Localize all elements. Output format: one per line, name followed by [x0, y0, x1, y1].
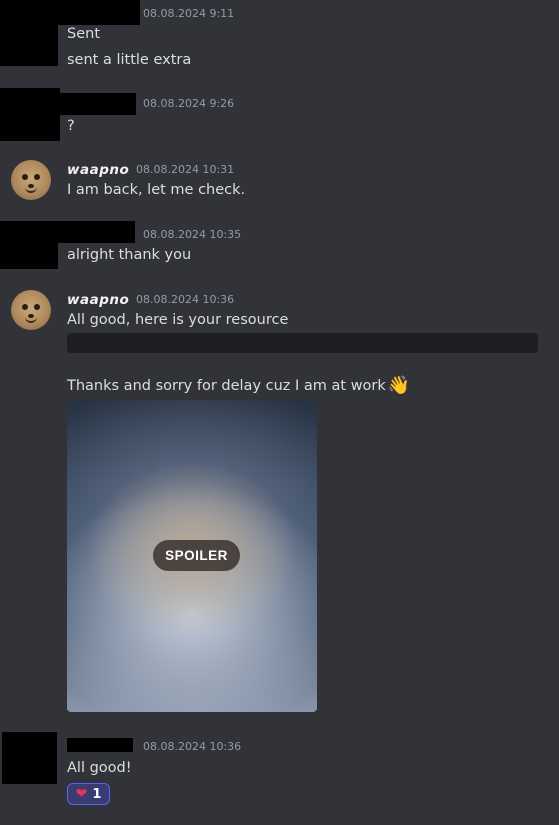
redacted-avatar — [0, 25, 58, 66]
message-text: sent a little extra — [67, 52, 192, 68]
redacted-username — [67, 738, 133, 752]
chat-log: 08.08.2024 9:11 Sent sent a little extra… — [0, 0, 559, 825]
author-name[interactable]: waapno — [67, 292, 129, 308]
message-timestamp: 08.08.2024 10:31 — [136, 163, 235, 176]
redacted-username — [0, 221, 135, 243]
heart-icon: ❤ — [75, 786, 88, 802]
redacted-username — [0, 93, 136, 115]
redacted-avatar — [2, 732, 57, 784]
waving-hand-icon: 👋 — [387, 375, 411, 396]
message-text: Thanks and sorry for delay cuz I am at w… — [67, 376, 410, 396]
reaction-count: 1 — [92, 786, 102, 802]
heart-reaction-button[interactable]: ❤ 1 — [67, 783, 110, 805]
redacted-avatar — [0, 243, 58, 269]
message-text-content: Thanks and sorry for delay cuz I am at w… — [67, 378, 386, 394]
message-text: alright thank you — [67, 247, 192, 263]
meerkat-avatar-icon[interactable] — [11, 160, 51, 200]
redacted-username — [0, 0, 140, 25]
message-timestamp: 08.08.2024 9:26 — [143, 97, 235, 110]
message-text: Sent — [67, 26, 101, 42]
meerkat-avatar-icon[interactable] — [11, 290, 51, 330]
message-timestamp: 08.08.2024 10:35 — [143, 228, 242, 241]
message-text: All good! — [67, 760, 132, 776]
message-timestamp: 08.08.2024 10:36 — [143, 740, 242, 753]
hidden-resource-bar[interactable] — [67, 333, 538, 353]
message-text: All good, here is your resource — [67, 312, 289, 328]
message-text: I am back, let me check. — [67, 182, 246, 198]
message-timestamp: 08.08.2024 10:36 — [136, 293, 235, 306]
message-timestamp: 08.08.2024 9:11 — [143, 7, 235, 20]
author-name[interactable]: waapno — [67, 162, 129, 178]
message-text: ? — [67, 118, 75, 134]
redacted-avatar — [0, 114, 60, 141]
spoiler-label[interactable]: SPOILER — [153, 540, 240, 571]
